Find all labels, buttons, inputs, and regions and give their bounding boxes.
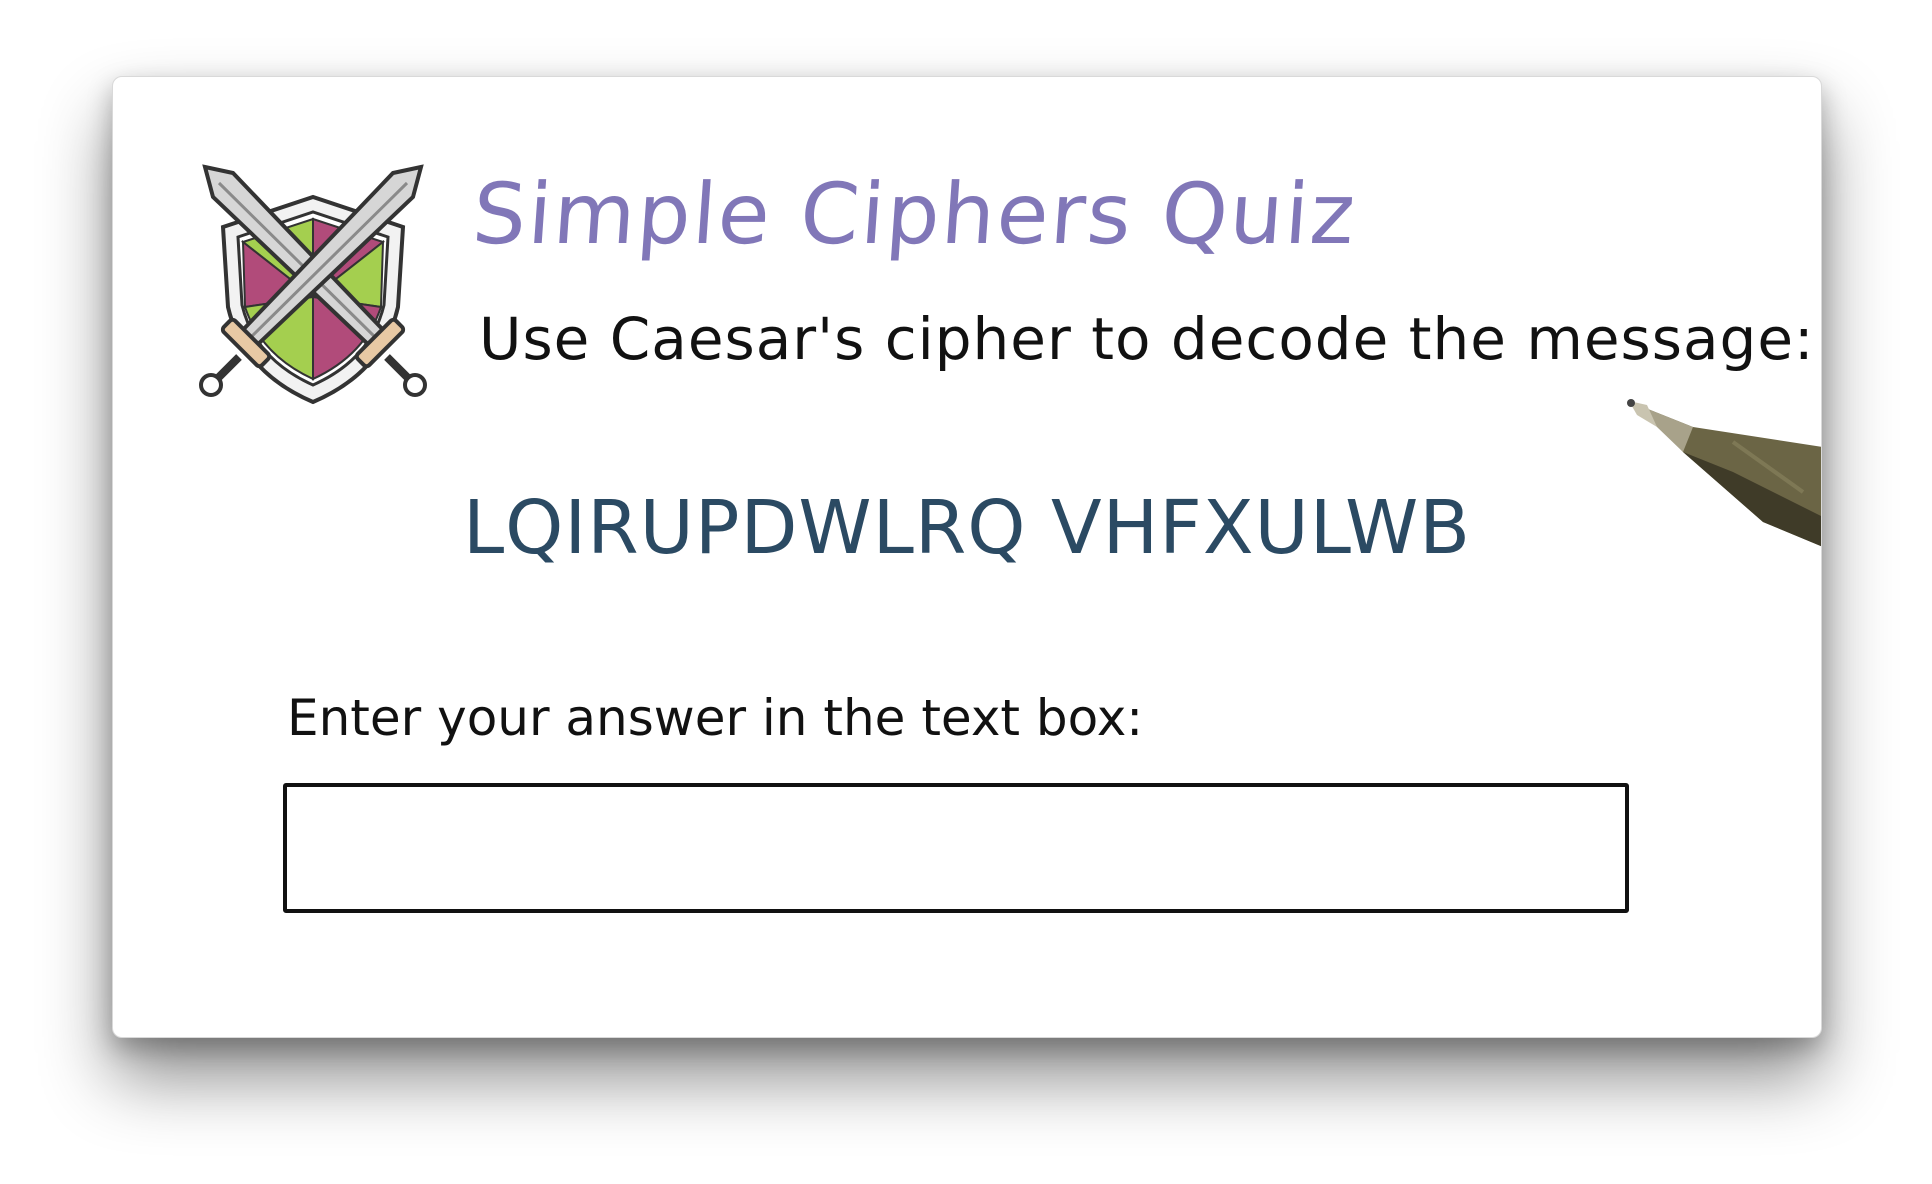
pen-icon <box>1627 399 1821 547</box>
crossed-swords-shield-icon <box>199 164 427 405</box>
quiz-card: Simple Ciphers Quiz Use Caesar's cipher … <box>112 76 1822 1038</box>
answer-input[interactable] <box>283 783 1629 913</box>
ciphertext: LQIRUPDWLRQ VHFXULWB <box>462 485 1472 571</box>
instruction-text: Use Caesar's cipher to decode the messag… <box>479 305 1815 373</box>
answer-prompt: Enter your answer in the text box: <box>287 689 1144 747</box>
screen: Simple Ciphers Quiz Use Caesar's cipher … <box>0 0 1932 1184</box>
quiz-title: Simple Ciphers Quiz <box>469 165 1360 263</box>
